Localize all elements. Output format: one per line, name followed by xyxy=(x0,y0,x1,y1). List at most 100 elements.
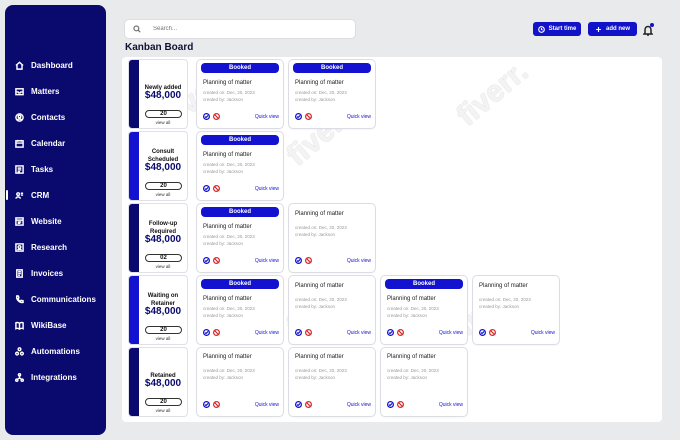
sidebar-item-contacts[interactable]: Contacts xyxy=(5,104,106,130)
sidebar-item-label: Integrations xyxy=(31,372,77,382)
start-timer-label: Start time xyxy=(548,26,577,32)
matter-card[interactable]: Planning of matter created on: Dec, 20, … xyxy=(289,204,375,272)
sidebar-item-wikibase[interactable]: WikiBase xyxy=(5,312,106,338)
approve-icon[interactable] xyxy=(387,329,394,336)
reject-icon[interactable] xyxy=(305,329,312,336)
reject-icon[interactable] xyxy=(213,185,220,192)
active-indicator xyxy=(6,190,8,200)
matter-card[interactable]: Booked Planning of matter created on: De… xyxy=(197,276,283,344)
card-title: Planning of matter xyxy=(295,283,344,289)
sidebar-item-communications[interactable]: Communications xyxy=(5,286,106,312)
quick-view-link[interactable]: Quick view xyxy=(347,258,371,264)
booked-badge: Booked xyxy=(293,63,371,73)
matter-card[interactable]: Booked Planning of matter created on: De… xyxy=(381,276,467,344)
card-title: Planning of matter xyxy=(203,224,252,230)
research-icon xyxy=(14,242,25,253)
reject-icon[interactable] xyxy=(397,329,404,336)
view-all-link[interactable]: view all xyxy=(139,264,187,269)
reject-icon[interactable] xyxy=(213,257,220,264)
matter-card[interactable]: Booked Planning of matter created on: De… xyxy=(197,132,283,200)
approve-icon[interactable] xyxy=(203,329,210,336)
sidebar-item-crm[interactable]: CRM xyxy=(5,182,106,208)
card-created-on: created on: Dec, 20, 2023 xyxy=(295,368,347,373)
sidebar-item-website[interactable]: Website xyxy=(5,208,106,234)
card-created-by: created by: Jackson xyxy=(295,375,336,380)
quick-view-link[interactable]: Quick view xyxy=(439,402,463,408)
sidebar-item-tasks[interactable]: Tasks xyxy=(5,156,106,182)
approve-icon[interactable] xyxy=(479,329,486,336)
reject-icon[interactable] xyxy=(305,113,312,120)
sidebar-item-matters[interactable]: Matters xyxy=(5,78,106,104)
card-title: Planning of matter xyxy=(387,354,436,360)
card-title: Planning of matter xyxy=(295,80,344,86)
quick-view-link[interactable]: Quick view xyxy=(531,330,555,336)
sidebar-item-dashboard[interactable]: Dashboard xyxy=(5,52,106,78)
card-created-by: created by: Jackson xyxy=(203,241,244,246)
matter-card[interactable]: Planning of matter created on: Dec, 20, … xyxy=(289,276,375,344)
approve-icon[interactable] xyxy=(203,185,210,192)
stage-follow-up-required: Follow-up Required $48,000 02 view all xyxy=(129,204,187,272)
card-created-by: created by: Jackson xyxy=(203,313,244,318)
approve-icon[interactable] xyxy=(203,401,210,408)
reject-icon[interactable] xyxy=(213,329,220,336)
matter-card[interactable]: Planning of matter created on: Dec, 20, … xyxy=(197,348,283,416)
card-title: Planning of matter xyxy=(203,80,252,86)
stage-value: $48,000 xyxy=(144,306,182,317)
quick-view-link[interactable]: Quick view xyxy=(347,114,371,120)
reject-icon[interactable] xyxy=(213,401,220,408)
matter-card[interactable]: Booked Planning of matter created on: De… xyxy=(197,204,283,272)
watermark: fiverr. xyxy=(450,54,535,133)
approve-icon[interactable] xyxy=(295,401,302,408)
reject-icon[interactable] xyxy=(397,401,404,408)
approve-icon[interactable] xyxy=(295,257,302,264)
sidebar-item-calendar[interactable]: Calendar xyxy=(5,130,106,156)
reject-icon[interactable] xyxy=(305,401,312,408)
matter-card[interactable]: Booked Planning of matter created on: De… xyxy=(289,60,375,128)
sidebar-item-label: Automations xyxy=(31,346,80,356)
quick-view-link[interactable]: Quick view xyxy=(255,330,279,336)
approve-icon[interactable] xyxy=(295,329,302,336)
matter-card[interactable]: Planning of matter created on: Dec, 20, … xyxy=(381,348,467,416)
quick-view-link[interactable]: Quick view xyxy=(255,258,279,264)
view-all-link[interactable]: view all xyxy=(139,192,187,197)
notification-bell-icon[interactable] xyxy=(642,23,654,36)
reject-icon[interactable] xyxy=(489,329,496,336)
stage-value: $48,000 xyxy=(144,90,182,101)
reject-icon[interactable] xyxy=(213,113,220,120)
sidebar-item-label: Dashboard xyxy=(31,60,73,70)
approve-icon[interactable] xyxy=(203,257,210,264)
sidebar-item-label: WikiBase xyxy=(31,320,67,330)
reject-icon[interactable] xyxy=(305,257,312,264)
search-input[interactable] xyxy=(153,26,343,32)
sidebar-item-invoices[interactable]: Invoices xyxy=(5,260,106,286)
card-title: Planning of matter xyxy=(387,296,436,302)
quick-view-link[interactable]: Quick view xyxy=(347,402,371,408)
sidebar-item-automations[interactable]: Automations xyxy=(5,338,106,364)
sidebar-item-research[interactable]: Research xyxy=(5,234,106,260)
card-created-by: created by: Jackson xyxy=(387,375,428,380)
view-all-link[interactable]: view all xyxy=(139,408,187,413)
card-title: Planning of matter xyxy=(203,152,252,158)
quick-view-link[interactable]: Quick view xyxy=(255,402,279,408)
quick-view-link[interactable]: Quick view xyxy=(439,330,463,336)
card-created-on: created on: Dec, 20, 2023 xyxy=(387,306,439,311)
card-created-on: created on: Dec, 20, 2023 xyxy=(295,225,347,230)
sidebar-item-integrations[interactable]: Integrations xyxy=(5,364,106,390)
card-created-by: created by: Jackson xyxy=(295,232,336,237)
quick-view-link[interactable]: Quick view xyxy=(255,186,279,192)
quick-view-link[interactable]: Quick view xyxy=(347,330,371,336)
approve-icon[interactable] xyxy=(203,113,210,120)
add-new-button[interactable]: add new xyxy=(588,22,637,36)
view-all-link[interactable]: view all xyxy=(139,120,187,125)
approve-icon[interactable] xyxy=(387,401,394,408)
approve-icon[interactable] xyxy=(295,113,302,120)
matter-card[interactable]: Booked Planning of matter created on: De… xyxy=(197,60,283,128)
booked-badge: Booked xyxy=(201,63,279,73)
matter-card[interactable]: Planning of matter created on: Dec, 20, … xyxy=(473,276,559,344)
matter-card[interactable]: Planning of matter created on: Dec, 20, … xyxy=(289,348,375,416)
view-all-link[interactable]: view all xyxy=(139,336,187,341)
inbox-icon xyxy=(14,86,25,97)
start-timer-button[interactable]: Start time xyxy=(533,22,581,36)
quick-view-link[interactable]: Quick view xyxy=(255,114,279,120)
stage-bar xyxy=(129,60,139,128)
